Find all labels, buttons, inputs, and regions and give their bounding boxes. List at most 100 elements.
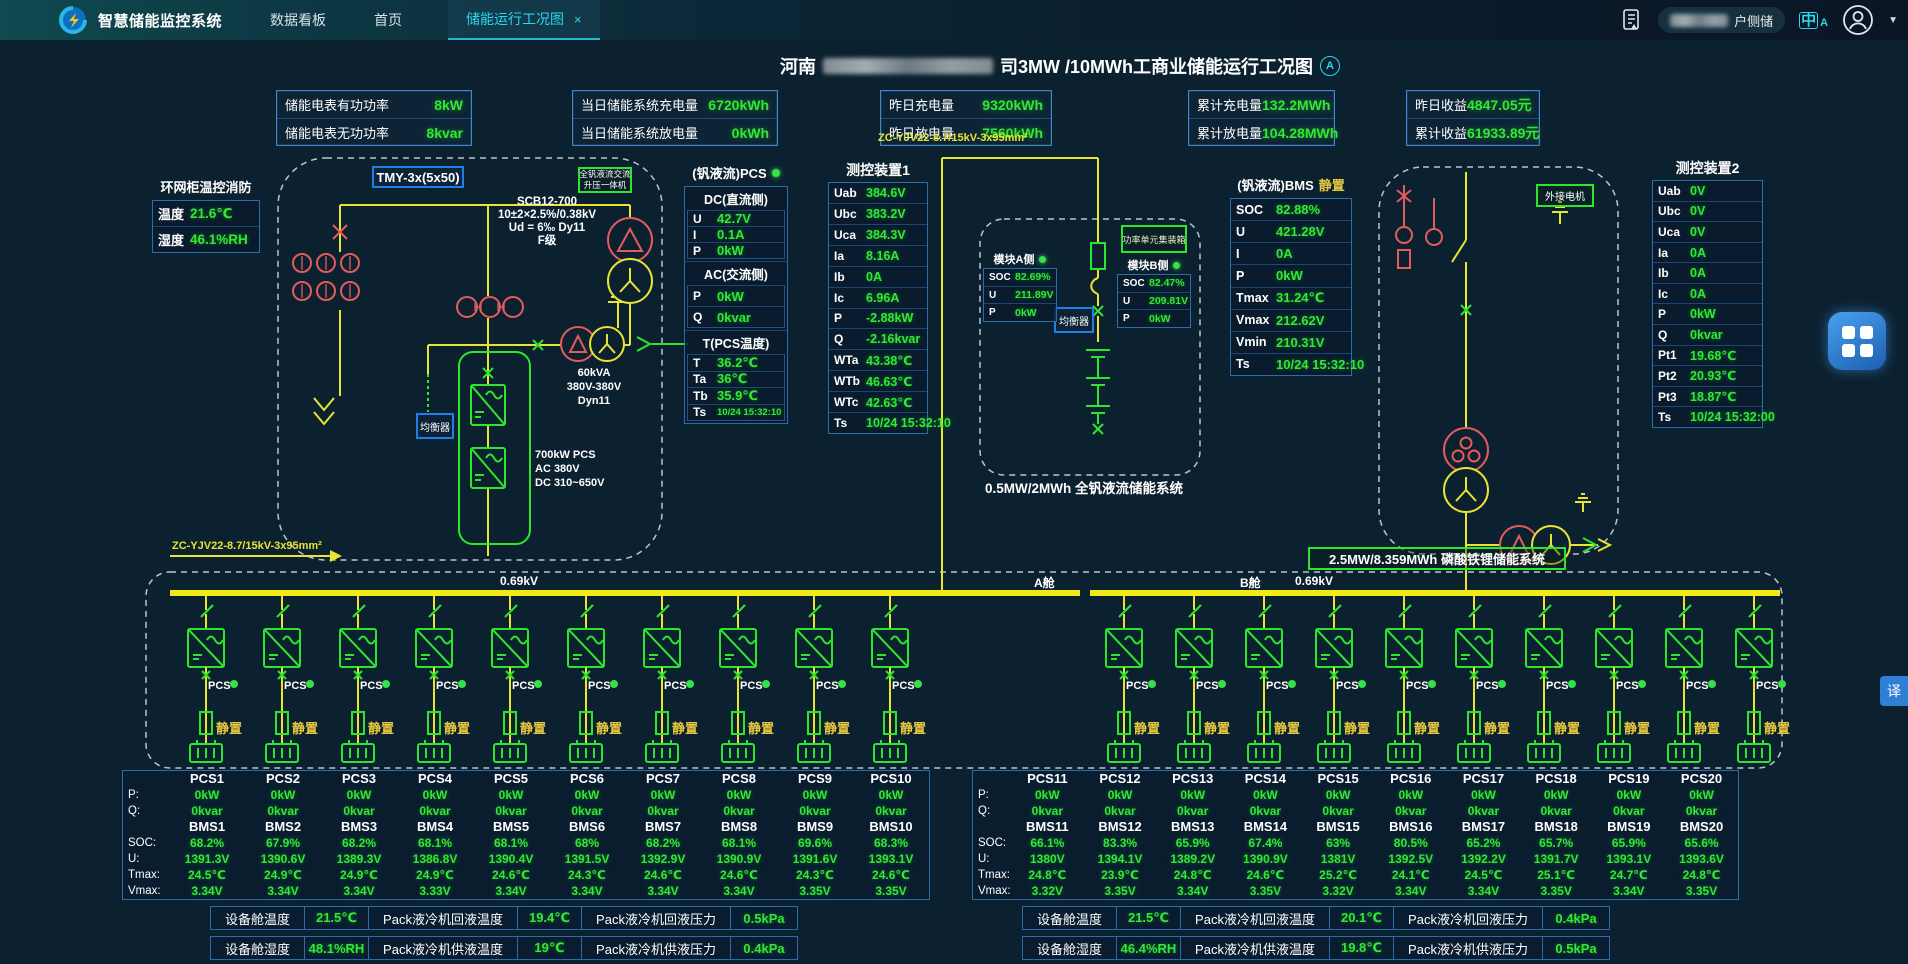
- row-label: [123, 771, 169, 787]
- field-row: Vmax212.62V: [1231, 309, 1351, 331]
- pcs-unit[interactable]: PCS静置: [244, 596, 320, 768]
- stat-row: 储能电表有功功率8kW: [277, 91, 471, 118]
- section-header: T(PCS温度): [685, 330, 787, 354]
- pcs-unit[interactable]: PCS静置: [1086, 596, 1162, 768]
- pcs-unit[interactable]: PCS静置: [548, 596, 624, 768]
- pcs-unit[interactable]: PCS静置: [852, 596, 928, 768]
- pcs-idle-label: 静置: [748, 721, 774, 736]
- table-cell: BMS8: [701, 819, 777, 835]
- field-value: 20.93℃: [1690, 368, 1736, 383]
- pcs-unit[interactable]: PCS静置: [1506, 596, 1582, 768]
- module-a-title: 模块A侧: [983, 251, 1057, 267]
- pcs-unit[interactable]: PCS静置: [168, 596, 244, 768]
- redacted-user-text: [1670, 14, 1728, 27]
- status-dot: [382, 680, 390, 688]
- pcs-unit[interactable]: PCS静置: [1296, 596, 1372, 768]
- field-label: Uab: [1658, 184, 1690, 198]
- row-label: [973, 819, 1011, 835]
- table-cell: BMS7: [625, 819, 701, 835]
- row-label: Vmax:: [123, 883, 169, 899]
- env-value: 19℃: [517, 936, 582, 960]
- report-icon[interactable]: [1620, 8, 1644, 32]
- pcs-unit[interactable]: PCS静置: [700, 596, 776, 768]
- table-cell: 1391.7V: [1520, 851, 1593, 867]
- compartment-a-label: A舱: [1034, 574, 1055, 591]
- field-row: P0kW: [984, 303, 1056, 321]
- cable-label-top: ZC-YJV22-8.7/15kV-3x95mm²: [878, 132, 1028, 144]
- field-value: 36.2℃: [717, 355, 758, 371]
- app-grid-button[interactable]: [1828, 312, 1886, 370]
- user-account-box[interactable]: 户侧储: [1658, 7, 1785, 33]
- pcs-unit[interactable]: PCS静置: [1226, 596, 1302, 768]
- pcs-unit[interactable]: PCS静置: [1716, 596, 1792, 768]
- mcu2-title: 测控装置2: [1652, 158, 1763, 178]
- language-toggle-icon[interactable]: 中 A: [1799, 12, 1828, 29]
- env-value: 0.5kPa: [1542, 936, 1610, 960]
- pcs-unit[interactable]: PCS静置: [472, 596, 548, 768]
- pcs-unit[interactable]: PCS静置: [624, 596, 700, 768]
- field-row: Ubc383.2V: [829, 203, 927, 224]
- field-row: U209.81V: [1118, 292, 1190, 310]
- table-cell: 65.7%: [1520, 835, 1593, 851]
- field-value: -2.16kvar: [866, 332, 920, 346]
- field-value: 0kW: [1015, 307, 1037, 319]
- table-cell: 0kvar: [397, 803, 473, 819]
- pcs-unit-label: PCS: [1336, 680, 1359, 692]
- table-cell: 68.1%: [701, 835, 777, 851]
- field-value: 0kW: [717, 243, 744, 258]
- env-label: Pack液冷机供液压力: [1393, 936, 1543, 960]
- pcs-unit[interactable]: PCS静置: [1436, 596, 1512, 768]
- cable-label-bottom: ZC-YJV22-8.7/15kV-3x95mm²: [172, 540, 322, 552]
- table-cell: BMS14: [1229, 819, 1302, 835]
- field-label: Uca: [1658, 225, 1690, 239]
- redacted-company-name: [823, 58, 993, 74]
- scb-line: SCB12-700: [495, 196, 599, 209]
- table-cell: 69.6%: [777, 835, 853, 851]
- tab-storage-diagram[interactable]: 储能运行工况图 ×: [448, 0, 600, 40]
- table-cell: 0kvar: [701, 803, 777, 819]
- pcs-unit[interactable]: PCS静置: [396, 596, 472, 768]
- table-cell: 1392.5V: [1374, 851, 1447, 867]
- title-badge-icon[interactable]: A: [1320, 56, 1340, 76]
- tab-close-icon[interactable]: ×: [574, 12, 582, 27]
- translate-button[interactable]: 译: [1880, 676, 1908, 706]
- pcs-unit[interactable]: PCS静置: [1156, 596, 1232, 768]
- caret-down-icon[interactable]: ▼: [1888, 15, 1898, 26]
- env-label: Pack液冷机回液压力: [581, 906, 731, 930]
- env-value: 48.1%RH: [304, 936, 369, 960]
- table-cell: 1393.6V: [1665, 851, 1738, 867]
- field-label: Ubc: [834, 207, 866, 221]
- nav-item-dashboard[interactable]: 数据看板: [270, 10, 326, 30]
- table-cell: BMS15: [1302, 819, 1375, 835]
- table-cell: 24.1℃: [1374, 867, 1447, 883]
- table-cell: BMS3: [321, 819, 397, 835]
- pcs-unit[interactable]: PCS静置: [320, 596, 396, 768]
- nav-item-home[interactable]: 首页: [374, 10, 402, 30]
- top-nav: 智慧储能监控系统 数据看板 首页 储能运行工况图 × 户侧储 中 A: [0, 0, 1908, 40]
- stat-group: 储能电表有功功率8kW储能电表无功功率8kvar: [276, 90, 472, 146]
- pcs-unit[interactable]: PCS静置: [776, 596, 852, 768]
- table-cell: 3.32V: [1302, 883, 1375, 899]
- table-cell: 3.35V: [1084, 883, 1157, 899]
- pcs-unit[interactable]: PCS静置: [1576, 596, 1652, 768]
- table-cell: 3.35V: [1665, 883, 1738, 899]
- row-label: P:: [123, 787, 169, 803]
- table-cell: PCS16: [1374, 771, 1447, 787]
- status-dot: [686, 680, 694, 688]
- status-dot: [1039, 256, 1046, 263]
- table-cell: 0kW: [1084, 787, 1157, 803]
- env-label: 设备舱湿度: [1022, 936, 1117, 960]
- pcs-unit-label: PCS: [1616, 680, 1639, 692]
- table-cell: PCS2: [245, 771, 321, 787]
- table-cell: BMS9: [777, 819, 853, 835]
- pcs-idle-label: 静置: [444, 721, 470, 736]
- ring-cabinet-title: 环网柜温控消防: [150, 177, 262, 196]
- field-label: Q: [1658, 328, 1690, 342]
- env-label: 设备舱温度: [210, 906, 305, 930]
- env-value: 19.4℃: [517, 906, 582, 930]
- pcs-unit[interactable]: PCS静置: [1646, 596, 1722, 768]
- avatar-icon[interactable]: [1842, 4, 1874, 36]
- status-dot: [838, 680, 846, 688]
- pcs-unit[interactable]: PCS静置: [1366, 596, 1442, 768]
- bus-voltage-b-label: 0.69kV: [1295, 574, 1333, 588]
